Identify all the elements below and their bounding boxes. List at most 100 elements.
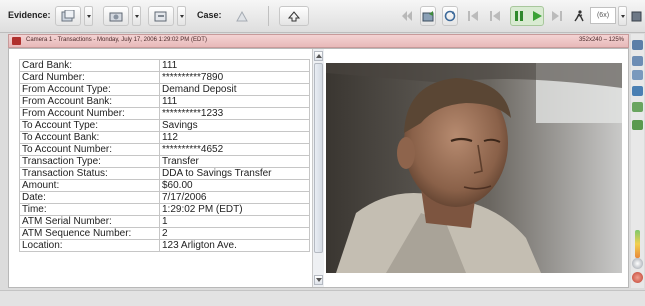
layout-icon[interactable] xyxy=(632,40,643,50)
transaction-table: Card Bank: 111 Card Number: **********7890 F… xyxy=(19,59,310,252)
export-button[interactable] xyxy=(148,6,174,26)
export-icon xyxy=(154,11,167,22)
speed-select[interactable]: (6x) xyxy=(590,7,616,24)
stop-icon[interactable] xyxy=(632,272,643,283)
table-row: Date: 7/17/2006 xyxy=(19,191,310,204)
table-row: ATM Serial Number: 1 xyxy=(19,215,310,228)
field-value: 7/17/2006 xyxy=(159,191,310,204)
table-row: Transaction Type: Transfer xyxy=(19,155,310,168)
camera-button[interactable] xyxy=(103,6,129,26)
field-value: Demand Deposit xyxy=(159,83,310,96)
field-value: 1:29:02 PM (EDT) xyxy=(159,203,310,216)
table-row: To Account Number: **********4652 xyxy=(19,143,310,156)
field-label: From Account Bank: xyxy=(19,95,160,108)
atm-camera-image xyxy=(326,63,622,273)
field-label: Location: xyxy=(19,239,160,252)
camera-dropdown[interactable] xyxy=(132,6,141,26)
field-label: ATM Sequence Number: xyxy=(19,227,160,240)
evidence-dropdown[interactable] xyxy=(84,6,93,26)
window-icon[interactable] xyxy=(632,70,643,80)
skip-end-button[interactable] xyxy=(550,6,564,26)
table-row: Location: 123 Arligton Ave. xyxy=(19,239,310,252)
field-label: Amount: xyxy=(19,179,160,192)
export-dropdown[interactable] xyxy=(177,6,186,26)
table-row: To Account Bank: 112 xyxy=(19,131,310,144)
settings-button[interactable] xyxy=(630,6,643,26)
settings-icon xyxy=(631,11,642,22)
table-scrollbar[interactable] xyxy=(312,49,324,287)
skip-back-icon xyxy=(490,11,500,21)
camera-icon xyxy=(422,11,434,22)
table-row: To Account Type: Savings xyxy=(19,119,310,132)
field-label: To Account Type: xyxy=(19,119,160,132)
field-value: **********4652 xyxy=(159,143,310,156)
field-value: 1 xyxy=(159,215,310,228)
status-bar xyxy=(0,290,645,306)
skip-start-icon xyxy=(468,11,478,21)
snapshot-button[interactable] xyxy=(420,6,436,26)
table-row: Card Bank: 111 xyxy=(19,59,310,72)
speed-button[interactable] xyxy=(572,6,586,26)
zoom-slider-knob[interactable] xyxy=(632,258,643,269)
video-frame[interactable] xyxy=(326,63,622,273)
table-row: Card Number: **********7890 xyxy=(19,71,310,84)
field-label: Date: xyxy=(19,191,160,204)
zoom-slider-track[interactable] xyxy=(635,230,640,258)
scroll-thumb[interactable] xyxy=(314,63,323,253)
field-label: Transaction Type: xyxy=(19,155,160,168)
image-icon[interactable] xyxy=(632,86,643,96)
case-button[interactable] xyxy=(229,6,255,26)
field-value: DDA to Savings Transfer xyxy=(159,167,310,180)
refresh-icon xyxy=(444,10,456,22)
toolbar-separator xyxy=(268,6,269,26)
table-row: Transaction Status: DDA to Savings Transf… xyxy=(19,167,310,180)
pause-button[interactable] xyxy=(512,6,526,26)
field-label: To Account Number: xyxy=(19,143,160,156)
main-toolbar: Evidence: Case: (6x) xyxy=(0,0,645,33)
picture-icon[interactable] xyxy=(632,120,643,130)
speed-dropdown[interactable] xyxy=(618,6,627,26)
rewind-button[interactable] xyxy=(400,6,414,26)
evidence-button[interactable] xyxy=(55,6,81,26)
right-tool-strip xyxy=(631,34,644,288)
field-label: Time: xyxy=(19,203,160,216)
table-row: Time: 1:29:02 PM (EDT) xyxy=(19,203,310,216)
field-label: Card Bank: xyxy=(19,59,160,72)
field-value: Savings xyxy=(159,119,310,132)
skip-back-button[interactable] xyxy=(488,6,502,26)
case-label: Case: xyxy=(197,10,222,20)
play-button[interactable] xyxy=(530,6,544,26)
bookmark-icon xyxy=(287,11,301,22)
panel-title: Camera 1 - Transactions - Monday, July 1… xyxy=(26,37,207,43)
field-label: From Account Type: xyxy=(19,83,160,96)
table-row: From Account Number: **********1233 xyxy=(19,107,310,120)
field-value: 123 Arligton Ave. xyxy=(159,239,310,252)
skip-end-icon xyxy=(552,11,562,21)
field-label: From Account Number: xyxy=(19,107,160,120)
scroll-down-button[interactable] xyxy=(314,275,323,285)
play-icon xyxy=(533,11,542,21)
field-label: Transaction Status: xyxy=(19,167,160,180)
resolution-label: 352x240 – 125% xyxy=(578,37,624,43)
runner-icon xyxy=(574,10,584,22)
table-row: From Account Bank: 111 xyxy=(19,95,310,108)
grid-icon[interactable] xyxy=(632,56,643,66)
field-value: 111 xyxy=(159,59,310,72)
table-row: Amount: $60.00 xyxy=(19,179,310,192)
field-value: 111 xyxy=(159,95,310,108)
bookmark-button[interactable] xyxy=(279,6,309,26)
skip-start-icon xyxy=(402,11,412,21)
field-value: $60.00 xyxy=(159,179,310,192)
camera-icon xyxy=(12,37,21,45)
field-label: Card Number: xyxy=(19,71,160,84)
table-row: ATM Sequence Number: 2 xyxy=(19,227,310,240)
camera-panel: Card Bank: 111 Card Number: **********7890 F… xyxy=(8,48,629,288)
field-value: 2 xyxy=(159,227,310,240)
refresh-button[interactable] xyxy=(442,6,458,26)
zoom-icon[interactable] xyxy=(632,102,643,112)
skip-start-button[interactable] xyxy=(466,6,480,26)
field-label: To Account Bank: xyxy=(19,131,160,144)
camera-panel-titlebar: Camera 1 - Transactions - Monday, July 1… xyxy=(8,34,629,48)
scroll-up-button[interactable] xyxy=(314,51,323,61)
camera-icon xyxy=(109,12,123,22)
